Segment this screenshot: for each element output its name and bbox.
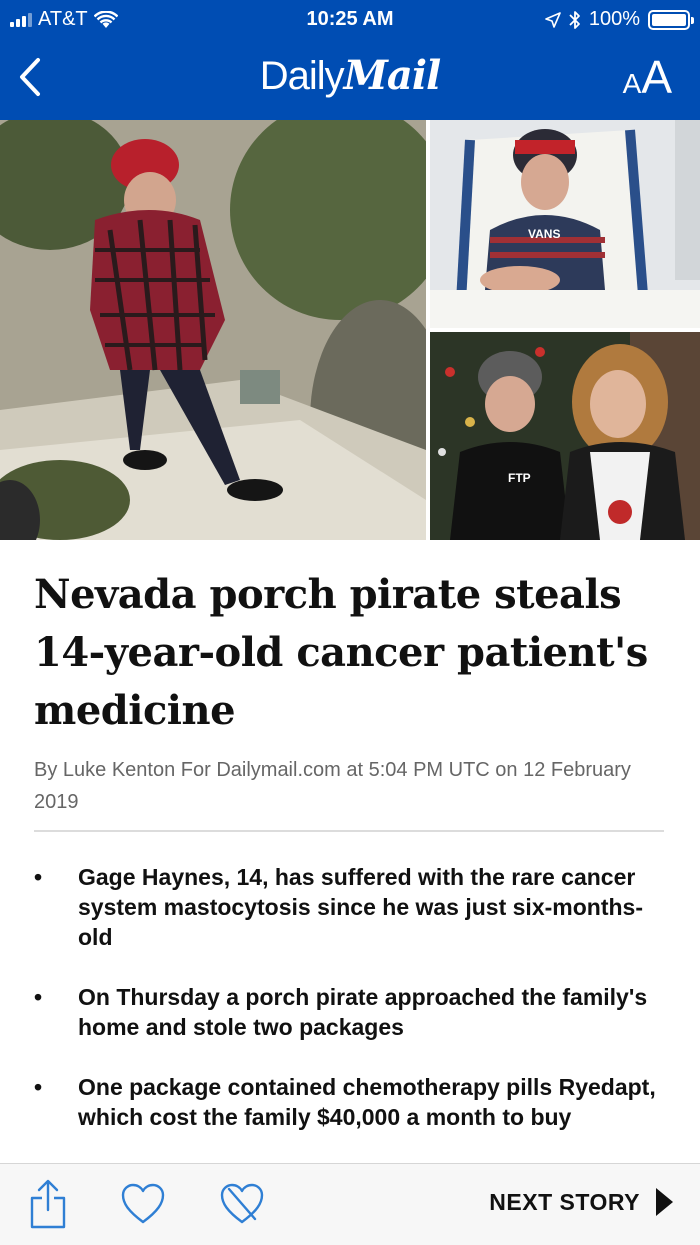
bullet-item: • One package contained chemotherapy pil… [34, 1072, 674, 1132]
bluetooth-icon [569, 10, 580, 29]
share-button[interactable] [20, 1176, 76, 1232]
bullet-text: On Thursday a porch pirate approached th… [78, 984, 648, 1040]
brand-logo: DailyMail [0, 52, 700, 99]
status-right: 100% [545, 8, 694, 31]
hospital-scene-illustration: VANS [430, 120, 700, 328]
location-arrow-icon [545, 11, 561, 28]
article-byline: By Luke Kenton For Dailymail.com at 5:04… [34, 759, 631, 813]
bullet-dot: • [34, 864, 43, 890]
sweatshirt-text: FTP [508, 471, 531, 485]
bullet-item: • Gage Haynes, 14, has suffered with the… [34, 862, 674, 952]
jersey-text: VANS [528, 227, 560, 241]
summary-bullets: • Gage Haynes, 14, has suffered with the… [34, 862, 674, 1162]
next-story-label: NEXT STORY [489, 1188, 640, 1215]
text-size-large-glyph: A [641, 51, 672, 103]
bullet-dot: • [34, 1074, 43, 1100]
brand-mail-text: Mail [343, 52, 442, 99]
status-bar: AT&T 10:25 AM 100% [0, 0, 700, 38]
play-arrow-icon [656, 1188, 673, 1216]
brand-daily-text: Daily [259, 54, 345, 98]
hero-image-family[interactable]: FTP [430, 332, 700, 540]
battery-percent: 100% [588, 8, 640, 30]
text-size-button[interactable]: AA [623, 50, 672, 104]
like-button[interactable] [115, 1176, 171, 1232]
article-headline: Nevada porch pirate steals 14-year-old c… [34, 571, 648, 734]
hero-image-collage[interactable]: VANS FTP [0, 120, 700, 540]
nav-bar: DailyMail AA [0, 38, 700, 120]
bullet-dot: • [34, 984, 43, 1010]
hero-image-porch-camera[interactable] [0, 120, 426, 540]
heart-icon [121, 1183, 165, 1224]
bullet-text: One package contained chemotherapy pills… [78, 1074, 656, 1130]
text-size-small-glyph: A [622, 68, 642, 99]
bullet-text: Gage Haynes, 14, has suffered with the r… [78, 864, 643, 950]
bottom-toolbar: NEXT STORY [0, 1163, 700, 1245]
family-scene-illustration: FTP [430, 332, 700, 540]
hero-image-hospital[interactable]: VANS [430, 120, 700, 328]
share-icon [30, 1179, 66, 1229]
divider [34, 830, 664, 832]
porch-scene-illustration [0, 120, 426, 540]
dislike-button[interactable] [214, 1176, 270, 1232]
battery-icon [648, 9, 694, 30]
next-story-button[interactable]: NEXT STORY [489, 1186, 674, 1218]
heart-crossed-icon [220, 1183, 264, 1224]
bullet-item: • On Thursday a porch pirate approached … [34, 982, 674, 1042]
